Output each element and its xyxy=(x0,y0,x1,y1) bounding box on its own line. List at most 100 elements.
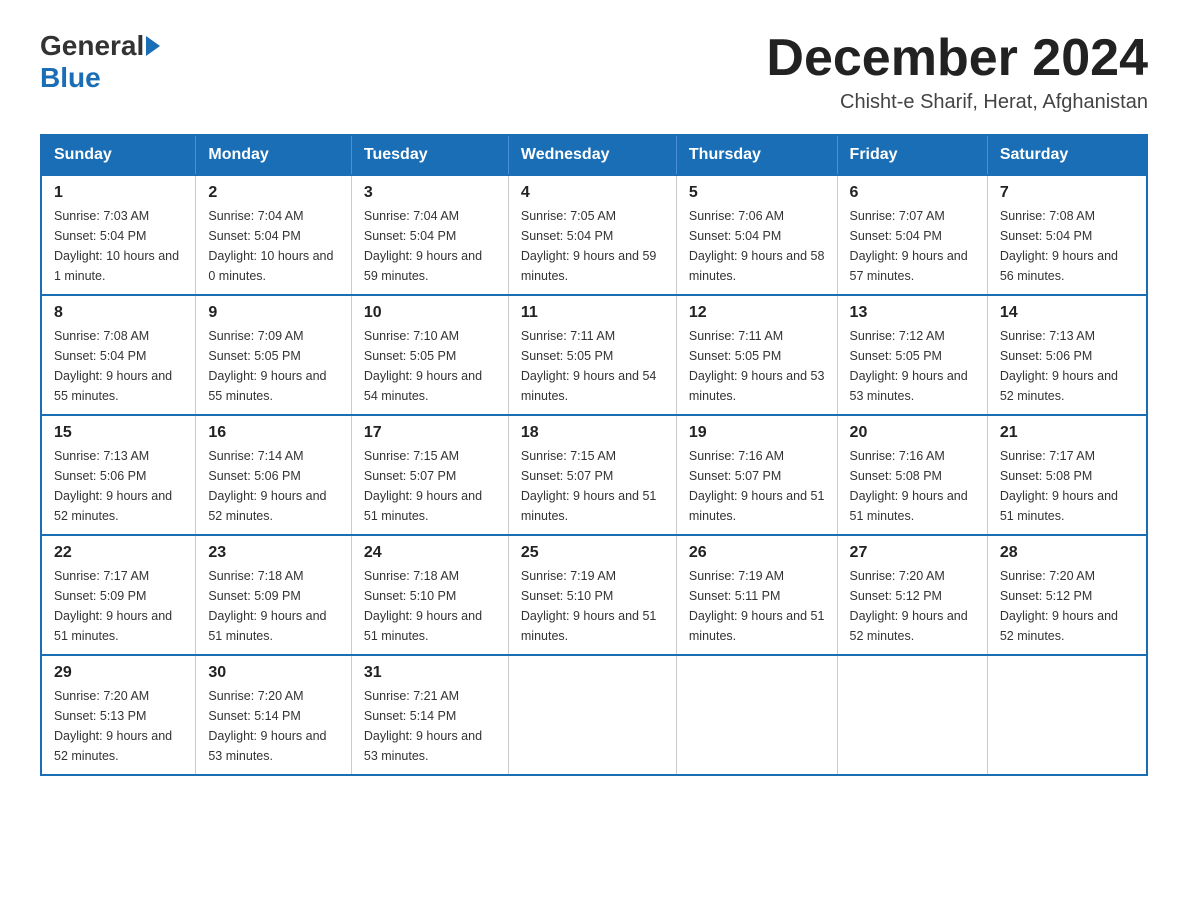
day-number: 1 xyxy=(54,184,183,202)
day-number: 7 xyxy=(1000,184,1134,202)
day-info: Sunrise: 7:20 AM Sunset: 5:13 PM Dayligh… xyxy=(54,686,183,766)
calendar-day-cell xyxy=(508,655,676,775)
logo-arrow-icon xyxy=(146,36,160,56)
day-number: 18 xyxy=(521,424,664,442)
calendar-day-cell: 22 Sunrise: 7:17 AM Sunset: 5:09 PM Dayl… xyxy=(41,535,196,655)
calendar-day-cell: 21 Sunrise: 7:17 AM Sunset: 5:08 PM Dayl… xyxy=(987,415,1147,535)
day-number: 26 xyxy=(689,544,825,562)
calendar-table: Sunday Monday Tuesday Wednesday Thursday… xyxy=(40,134,1148,776)
day-number: 17 xyxy=(364,424,496,442)
day-number: 30 xyxy=(208,664,339,682)
calendar-day-cell: 25 Sunrise: 7:19 AM Sunset: 5:10 PM Dayl… xyxy=(508,535,676,655)
day-info: Sunrise: 7:14 AM Sunset: 5:06 PM Dayligh… xyxy=(208,446,339,526)
day-info: Sunrise: 7:18 AM Sunset: 5:09 PM Dayligh… xyxy=(208,566,339,646)
calendar-day-cell: 7 Sunrise: 7:08 AM Sunset: 5:04 PM Dayli… xyxy=(987,175,1147,295)
day-info: Sunrise: 7:04 AM Sunset: 5:04 PM Dayligh… xyxy=(208,206,339,286)
calendar-day-cell: 3 Sunrise: 7:04 AM Sunset: 5:04 PM Dayli… xyxy=(351,175,508,295)
day-info: Sunrise: 7:16 AM Sunset: 5:07 PM Dayligh… xyxy=(689,446,825,526)
day-info: Sunrise: 7:11 AM Sunset: 5:05 PM Dayligh… xyxy=(689,326,825,406)
day-number: 12 xyxy=(689,304,825,322)
col-header-tuesday: Tuesday xyxy=(351,135,508,175)
day-number: 3 xyxy=(364,184,496,202)
day-info: Sunrise: 7:09 AM Sunset: 5:05 PM Dayligh… xyxy=(208,326,339,406)
day-number: 10 xyxy=(364,304,496,322)
day-number: 8 xyxy=(54,304,183,322)
day-info: Sunrise: 7:13 AM Sunset: 5:06 PM Dayligh… xyxy=(1000,326,1134,406)
day-number: 29 xyxy=(54,664,183,682)
calendar-week-row: 8 Sunrise: 7:08 AM Sunset: 5:04 PM Dayli… xyxy=(41,295,1147,415)
calendar-day-cell: 27 Sunrise: 7:20 AM Sunset: 5:12 PM Dayl… xyxy=(837,535,987,655)
calendar-day-cell: 15 Sunrise: 7:13 AM Sunset: 5:06 PM Dayl… xyxy=(41,415,196,535)
calendar-day-cell: 10 Sunrise: 7:10 AM Sunset: 5:05 PM Dayl… xyxy=(351,295,508,415)
day-number: 24 xyxy=(364,544,496,562)
day-info: Sunrise: 7:11 AM Sunset: 5:05 PM Dayligh… xyxy=(521,326,664,406)
day-number: 14 xyxy=(1000,304,1134,322)
calendar-week-row: 15 Sunrise: 7:13 AM Sunset: 5:06 PM Dayl… xyxy=(41,415,1147,535)
col-header-thursday: Thursday xyxy=(676,135,837,175)
day-number: 25 xyxy=(521,544,664,562)
calendar-day-cell: 11 Sunrise: 7:11 AM Sunset: 5:05 PM Dayl… xyxy=(508,295,676,415)
day-info: Sunrise: 7:20 AM Sunset: 5:12 PM Dayligh… xyxy=(1000,566,1134,646)
day-info: Sunrise: 7:21 AM Sunset: 5:14 PM Dayligh… xyxy=(364,686,496,766)
calendar-day-cell: 26 Sunrise: 7:19 AM Sunset: 5:11 PM Dayl… xyxy=(676,535,837,655)
calendar-day-cell: 23 Sunrise: 7:18 AM Sunset: 5:09 PM Dayl… xyxy=(196,535,352,655)
calendar-day-cell: 1 Sunrise: 7:03 AM Sunset: 5:04 PM Dayli… xyxy=(41,175,196,295)
day-number: 21 xyxy=(1000,424,1134,442)
day-info: Sunrise: 7:10 AM Sunset: 5:05 PM Dayligh… xyxy=(364,326,496,406)
logo: General Blue xyxy=(40,30,162,94)
day-info: Sunrise: 7:19 AM Sunset: 5:11 PM Dayligh… xyxy=(689,566,825,646)
calendar-day-cell: 16 Sunrise: 7:14 AM Sunset: 5:06 PM Dayl… xyxy=(196,415,352,535)
day-info: Sunrise: 7:18 AM Sunset: 5:10 PM Dayligh… xyxy=(364,566,496,646)
col-header-wednesday: Wednesday xyxy=(508,135,676,175)
calendar-day-cell: 2 Sunrise: 7:04 AM Sunset: 5:04 PM Dayli… xyxy=(196,175,352,295)
calendar-day-cell: 14 Sunrise: 7:13 AM Sunset: 5:06 PM Dayl… xyxy=(987,295,1147,415)
calendar-day-cell: 29 Sunrise: 7:20 AM Sunset: 5:13 PM Dayl… xyxy=(41,655,196,775)
day-info: Sunrise: 7:08 AM Sunset: 5:04 PM Dayligh… xyxy=(1000,206,1134,286)
day-info: Sunrise: 7:16 AM Sunset: 5:08 PM Dayligh… xyxy=(850,446,975,526)
col-header-monday: Monday xyxy=(196,135,352,175)
calendar-day-cell xyxy=(837,655,987,775)
calendar-week-row: 29 Sunrise: 7:20 AM Sunset: 5:13 PM Dayl… xyxy=(41,655,1147,775)
calendar-week-row: 1 Sunrise: 7:03 AM Sunset: 5:04 PM Dayli… xyxy=(41,175,1147,295)
calendar-day-cell: 6 Sunrise: 7:07 AM Sunset: 5:04 PM Dayli… xyxy=(837,175,987,295)
day-info: Sunrise: 7:20 AM Sunset: 5:14 PM Dayligh… xyxy=(208,686,339,766)
calendar-header-row: Sunday Monday Tuesday Wednesday Thursday… xyxy=(41,135,1147,175)
day-info: Sunrise: 7:08 AM Sunset: 5:04 PM Dayligh… xyxy=(54,326,183,406)
logo-general-text: General xyxy=(40,30,144,62)
day-info: Sunrise: 7:17 AM Sunset: 5:09 PM Dayligh… xyxy=(54,566,183,646)
calendar-day-cell: 24 Sunrise: 7:18 AM Sunset: 5:10 PM Dayl… xyxy=(351,535,508,655)
day-info: Sunrise: 7:05 AM Sunset: 5:04 PM Dayligh… xyxy=(521,206,664,286)
calendar-day-cell: 20 Sunrise: 7:16 AM Sunset: 5:08 PM Dayl… xyxy=(837,415,987,535)
location-text: Chisht-e Sharif, Herat, Afghanistan xyxy=(766,91,1148,114)
day-info: Sunrise: 7:15 AM Sunset: 5:07 PM Dayligh… xyxy=(521,446,664,526)
calendar-week-row: 22 Sunrise: 7:17 AM Sunset: 5:09 PM Dayl… xyxy=(41,535,1147,655)
calendar-day-cell: 5 Sunrise: 7:06 AM Sunset: 5:04 PM Dayli… xyxy=(676,175,837,295)
page-header: General Blue December 2024 Chisht-e Shar… xyxy=(40,30,1148,114)
day-number: 16 xyxy=(208,424,339,442)
day-info: Sunrise: 7:20 AM Sunset: 5:12 PM Dayligh… xyxy=(850,566,975,646)
day-number: 9 xyxy=(208,304,339,322)
day-info: Sunrise: 7:15 AM Sunset: 5:07 PM Dayligh… xyxy=(364,446,496,526)
calendar-day-cell: 28 Sunrise: 7:20 AM Sunset: 5:12 PM Dayl… xyxy=(987,535,1147,655)
calendar-day-cell: 12 Sunrise: 7:11 AM Sunset: 5:05 PM Dayl… xyxy=(676,295,837,415)
calendar-day-cell: 30 Sunrise: 7:20 AM Sunset: 5:14 PM Dayl… xyxy=(196,655,352,775)
day-number: 11 xyxy=(521,304,664,322)
col-header-friday: Friday xyxy=(837,135,987,175)
day-info: Sunrise: 7:12 AM Sunset: 5:05 PM Dayligh… xyxy=(850,326,975,406)
calendar-day-cell: 18 Sunrise: 7:15 AM Sunset: 5:07 PM Dayl… xyxy=(508,415,676,535)
day-number: 15 xyxy=(54,424,183,442)
day-number: 20 xyxy=(850,424,975,442)
logo-blue-text: Blue xyxy=(40,62,101,94)
day-number: 22 xyxy=(54,544,183,562)
day-info: Sunrise: 7:17 AM Sunset: 5:08 PM Dayligh… xyxy=(1000,446,1134,526)
day-info: Sunrise: 7:03 AM Sunset: 5:04 PM Dayligh… xyxy=(54,206,183,286)
month-title: December 2024 xyxy=(766,30,1148,87)
day-info: Sunrise: 7:06 AM Sunset: 5:04 PM Dayligh… xyxy=(689,206,825,286)
day-info: Sunrise: 7:19 AM Sunset: 5:10 PM Dayligh… xyxy=(521,566,664,646)
calendar-day-cell: 9 Sunrise: 7:09 AM Sunset: 5:05 PM Dayli… xyxy=(196,295,352,415)
calendar-day-cell: 4 Sunrise: 7:05 AM Sunset: 5:04 PM Dayli… xyxy=(508,175,676,295)
calendar-day-cell: 31 Sunrise: 7:21 AM Sunset: 5:14 PM Dayl… xyxy=(351,655,508,775)
calendar-day-cell: 8 Sunrise: 7:08 AM Sunset: 5:04 PM Dayli… xyxy=(41,295,196,415)
day-number: 19 xyxy=(689,424,825,442)
day-number: 27 xyxy=(850,544,975,562)
